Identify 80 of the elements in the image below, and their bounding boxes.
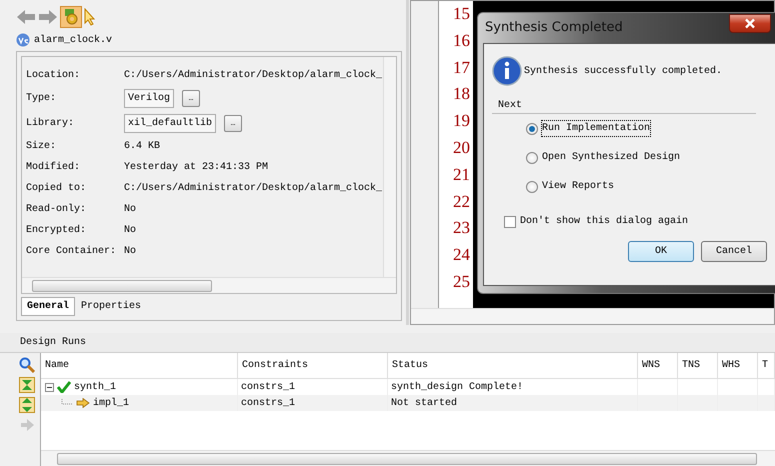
property-value: Yesterday at 23:41:33 PM bbox=[124, 160, 268, 175]
dialog-title: Synthesis Completed bbox=[485, 19, 623, 38]
property-field[interactable]: Verilog bbox=[124, 89, 174, 108]
column-header[interactable]: WHS bbox=[718, 353, 758, 378]
radio-label[interactable]: Open Synthesized Design bbox=[542, 150, 680, 165]
radio-button[interactable] bbox=[526, 122, 538, 134]
cancel-button[interactable]: Cancel bbox=[701, 241, 767, 262]
message-text: Synthesis successfully completed. bbox=[524, 64, 722, 78]
pointer-icon[interactable] bbox=[84, 8, 96, 26]
horizontal-scrollbar[interactable] bbox=[22, 277, 396, 293]
line-number: 21 bbox=[452, 164, 470, 186]
check-icon bbox=[57, 381, 71, 393]
run-name: synth_1 bbox=[74, 380, 116, 394]
panel-title: Design Runs bbox=[20, 336, 86, 350]
checkbox[interactable] bbox=[504, 216, 516, 228]
tab[interactable]: General bbox=[21, 297, 76, 316]
property-label: Modified: bbox=[26, 160, 82, 175]
column-header[interactable]: Status bbox=[388, 353, 638, 378]
property-label: Copied to: bbox=[26, 182, 88, 196]
file-icon bbox=[16, 33, 30, 47]
property-label: Encrypted: bbox=[26, 224, 88, 238]
close-button[interactable] bbox=[729, 14, 771, 33]
table-cell-text: Not started bbox=[391, 396, 458, 410]
tab[interactable]: Properties bbox=[75, 297, 148, 316]
horizontal-scrollbar[interactable] bbox=[41, 450, 775, 466]
arrow-right-icon[interactable] bbox=[19, 417, 35, 433]
line-number: 23 bbox=[452, 217, 470, 240]
line-number: 17 bbox=[452, 56, 470, 79]
back-arrow-icon[interactable] bbox=[16, 9, 36, 25]
property-field[interactable]: xil_defaultlib bbox=[124, 114, 216, 133]
forward-arrow-icon[interactable] bbox=[38, 9, 58, 25]
line-number: 20 bbox=[452, 136, 470, 159]
group-label: Next bbox=[492, 98, 756, 114]
checkbox-label[interactable]: Don't show this dialog again bbox=[520, 214, 688, 229]
close-icon bbox=[744, 18, 756, 29]
file-name: alarm_clock.v bbox=[34, 34, 112, 48]
radio-label[interactable]: View Reports bbox=[542, 179, 614, 194]
table-cell-text: constrs_1 bbox=[241, 396, 296, 410]
property-value: No bbox=[124, 245, 136, 259]
line-number: 24 bbox=[452, 244, 470, 266]
ok-button[interactable]: OK bbox=[628, 241, 694, 262]
tree-line-icon bbox=[61, 398, 73, 408]
line-number: 16 bbox=[452, 30, 470, 52]
search-icon[interactable] bbox=[19, 357, 35, 373]
browse-button[interactable]: … bbox=[224, 115, 242, 132]
horizontal-scrollbar[interactable] bbox=[411, 308, 774, 324]
property-label: Library: bbox=[26, 116, 76, 131]
browse-button[interactable]: … bbox=[182, 90, 200, 107]
info-icon bbox=[492, 56, 522, 86]
property-label: Type: bbox=[26, 92, 58, 106]
property-value: 6.4 KB bbox=[124, 140, 160, 154]
property-label: Location: bbox=[26, 68, 82, 83]
radio-button[interactable] bbox=[526, 180, 538, 192]
line-number: 15 bbox=[452, 3, 470, 25]
property-label: Core Container: bbox=[26, 244, 118, 259]
property-label: Size: bbox=[26, 140, 58, 154]
table-cell-text: constrs_1 bbox=[241, 380, 296, 394]
property-value: No bbox=[124, 224, 136, 238]
collapse-all-icon[interactable] bbox=[19, 377, 35, 393]
column-header[interactable]: WNS bbox=[638, 353, 678, 378]
property-value: C:/Users/Administrator/Desktop/alarm_clock_ bbox=[124, 68, 382, 83]
column-header[interactable]: TNS bbox=[678, 353, 718, 378]
line-number: 25 bbox=[452, 270, 470, 293]
property-value: No bbox=[124, 203, 136, 217]
column-header[interactable]: Name bbox=[41, 353, 238, 378]
line-number: 18 bbox=[452, 83, 470, 106]
expand-all-icon[interactable] bbox=[19, 397, 35, 413]
line-number: 19 bbox=[452, 110, 470, 132]
vertical-scrollbar[interactable] bbox=[383, 57, 396, 277]
column-header[interactable]: T bbox=[758, 353, 775, 378]
property-label: Read-only: bbox=[26, 202, 88, 217]
column-header[interactable]: Constraints bbox=[238, 353, 388, 378]
line-number: 22 bbox=[452, 190, 470, 213]
arrow-right-icon bbox=[76, 398, 90, 408]
property-value: C:/Users/Administrator/Desktop/alarm_clock_ bbox=[124, 182, 382, 196]
run-name: impl_1 bbox=[93, 396, 130, 410]
collapse-icon[interactable] bbox=[45, 382, 54, 392]
radio-label[interactable]: Run Implementation bbox=[542, 121, 650, 136]
table-cell-text: synth_design Complete! bbox=[391, 380, 524, 394]
radio-button[interactable] bbox=[526, 152, 538, 164]
